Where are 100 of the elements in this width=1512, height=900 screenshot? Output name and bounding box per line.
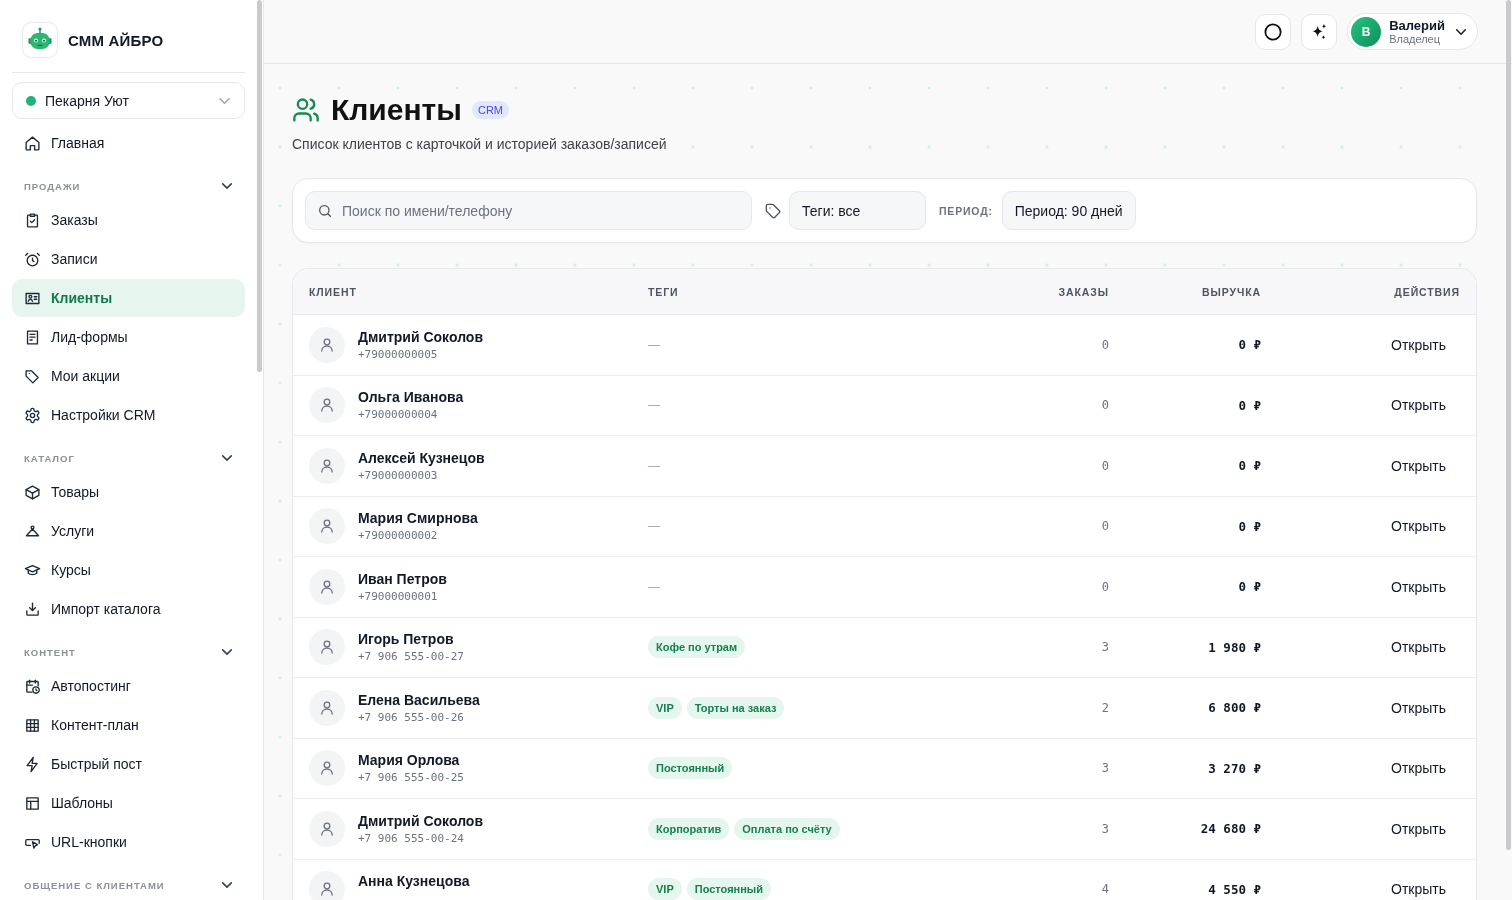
nav-item[interactable]: Импорт каталога: [12, 590, 245, 628]
client-avatar-icon: [309, 750, 345, 787]
users-icon: [292, 96, 320, 124]
client-avatar-icon: [309, 689, 345, 726]
empty-value: —: [648, 579, 660, 594]
search-field[interactable]: Поиск по имени/телефону: [305, 191, 752, 230]
nav-item[interactable]: Лид-формы: [12, 318, 245, 356]
brand-name: СММ АЙБРО: [68, 31, 164, 49]
client-name: Ольга Иванова: [358, 388, 464, 407]
tag-chip: Торты на заказ: [686, 696, 785, 719]
client-name: Дмитрий Соколов: [358, 327, 483, 346]
empty-value: —: [648, 519, 660, 534]
nav-item[interactable]: Быстрый пост: [12, 745, 245, 783]
nav-item[interactable]: Контент-план: [12, 706, 245, 744]
empty-value: —: [648, 337, 660, 352]
client-avatar-icon: [309, 629, 345, 666]
orders-count: 4: [1101, 882, 1109, 897]
client-avatar-icon: [309, 568, 345, 605]
column-header: ДЕЙСТВИЯ: [1393, 285, 1461, 298]
form-icon: [24, 328, 41, 346]
nav-item[interactable]: Автопостинг: [12, 667, 245, 705]
nav-item[interactable]: Шаблоны: [12, 784, 245, 822]
client-phone: +79000000004: [358, 408, 438, 423]
clipboard-check-icon: [24, 211, 41, 229]
open-button[interactable]: Открыть: [1377, 334, 1460, 355]
revenue-amount: 4 550 ₽: [1208, 881, 1261, 897]
client-phone: +79000000003: [358, 468, 438, 483]
client-name: Игорь Петров: [358, 630, 454, 649]
tag-chip: Кофе по утрам: [648, 636, 746, 659]
user-menu-button[interactable]: В Валерий Владелец: [1347, 13, 1478, 50]
crm-badge: CRM: [471, 101, 509, 119]
empty-value: —: [648, 398, 660, 413]
client-phone: +79000000002: [358, 529, 438, 544]
user-avatar: В: [1351, 16, 1382, 47]
tag-chip: Постоянный: [686, 878, 771, 900]
user-role: Владелец: [1389, 32, 1441, 46]
home-icon: [24, 134, 41, 152]
nav-item[interactable]: Клиенты: [12, 279, 245, 317]
client-phone: +7 906 555-00-25: [358, 771, 464, 786]
sparkles-button[interactable]: [1301, 13, 1338, 50]
orders-count: 2: [1101, 700, 1109, 715]
empty-value: —: [648, 458, 660, 473]
status-dot-icon: [26, 95, 36, 106]
stopwatch-icon: [24, 250, 41, 268]
nav-item[interactable]: Мои акции: [12, 357, 245, 395]
nav-item[interactable]: Заказы: [12, 201, 245, 239]
open-button[interactable]: Открыть: [1377, 395, 1460, 416]
page-subtitle: Список клиентов с карточкой и историей заказов/записей: [292, 135, 668, 154]
search-icon: [317, 202, 333, 219]
orders-count: 0: [1101, 579, 1109, 594]
client-phone: +79000000001: [358, 589, 438, 604]
column-header: ВЫРУЧКА: [1201, 285, 1262, 298]
client-name: Мария Орлова: [358, 751, 460, 770]
client-avatar-icon: [309, 387, 345, 424]
tag-chip: Корпоратив: [648, 817, 730, 840]
nav-item[interactable]: URL-кнопки: [12, 823, 245, 861]
open-button[interactable]: Открыть: [1377, 758, 1460, 779]
scrollbar-thumb[interactable]: [1506, 0, 1511, 850]
revenue-amount: 0 ₽: [1238, 579, 1261, 595]
box-icon: [24, 483, 41, 501]
lightning-icon: [24, 755, 41, 773]
revenue-amount: 0 ₽: [1238, 458, 1261, 474]
nav-item[interactable]: Главная: [12, 124, 245, 162]
open-button[interactable]: Открыть: [1377, 818, 1460, 839]
open-button[interactable]: Открыть: [1377, 516, 1460, 537]
period-select[interactable]: Период: 90 дней: [1001, 191, 1136, 230]
tag-icon: [24, 367, 41, 385]
orders-count: 0: [1101, 398, 1109, 413]
orders-count: 3: [1101, 640, 1109, 655]
tag-chip: VIP: [648, 696, 682, 719]
circle-button[interactable]: [1255, 13, 1292, 50]
orders-count: 3: [1101, 761, 1109, 776]
robot-logo-icon: [22, 22, 58, 58]
settings-icon: [24, 406, 41, 424]
nav-item[interactable]: Записи: [12, 240, 245, 278]
tags-select[interactable]: Теги: все: [789, 191, 926, 230]
scrollbar-thumb[interactable]: [257, 0, 262, 372]
open-button[interactable]: Открыть: [1377, 637, 1460, 658]
revenue-amount: 3 270 ₽: [1208, 760, 1261, 776]
client-phone: +7 906 555-00-27: [358, 650, 464, 665]
revenue-amount: 0 ₽: [1238, 397, 1261, 413]
open-button[interactable]: Открыть: [1377, 455, 1460, 476]
chevron-down-icon: [219, 97, 230, 104]
tag-chip: Постоянный: [648, 757, 733, 780]
nav-item[interactable]: Курсы: [12, 551, 245, 589]
nav-item[interactable]: Услуги: [12, 512, 245, 550]
open-button[interactable]: Открыть: [1377, 697, 1460, 718]
layout-icon: [24, 794, 41, 812]
column-header: КЛИЕНТ: [308, 285, 358, 298]
nav-item[interactable]: Настройки CRM: [12, 396, 245, 434]
calendar-clock-icon: [24, 677, 41, 695]
open-button[interactable]: Открыть: [1377, 879, 1460, 900]
client-avatar-icon: [309, 326, 345, 363]
client-name: Иван Петров: [358, 569, 447, 588]
period-label: ПЕРИОД:: [939, 204, 993, 217]
user-name: Валерий: [1389, 17, 1445, 33]
open-button[interactable]: Открыть: [1377, 576, 1460, 597]
workspace-select[interactable]: Пекарня Уют: [12, 82, 245, 119]
nav-item[interactable]: Товары: [12, 473, 245, 511]
client-name: Алексей Кузнецов: [358, 448, 485, 467]
